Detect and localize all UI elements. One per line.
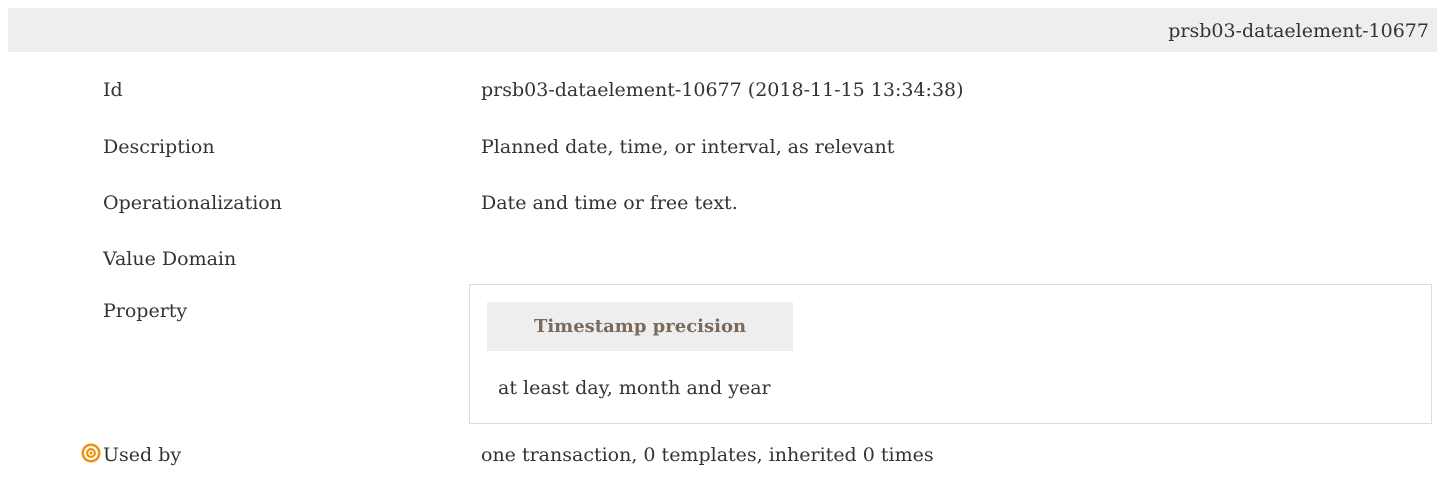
property-box: Timestamp precision at least day, month … <box>469 284 1432 424</box>
property-value: at least day, month and year <box>498 377 771 399</box>
operationalization-label: Operationalization <box>103 192 282 214</box>
target-icon <box>81 443 101 463</box>
value-domain-label: Value Domain <box>103 248 237 270</box>
used-by-label: Used by <box>103 444 182 466</box>
id-value: prsb03-dataelement-10677 (2018-11-15 13:… <box>481 79 964 101</box>
description-value: Planned date, time, or interval, as rele… <box>481 136 895 158</box>
property-name: Timestamp precision <box>487 302 793 351</box>
description-label: Description <box>103 136 215 158</box>
used-by-value[interactable]: one transaction, 0 templates, inherited … <box>481 444 934 466</box>
id-label: Id <box>103 79 123 101</box>
header-bar: prsb03-dataelement-10677 <box>8 8 1437 52</box>
header-element-id: prsb03-dataelement-10677 <box>1168 20 1429 42</box>
property-label: Property <box>103 300 188 322</box>
operationalization-value: Date and time or free text. <box>481 192 738 214</box>
